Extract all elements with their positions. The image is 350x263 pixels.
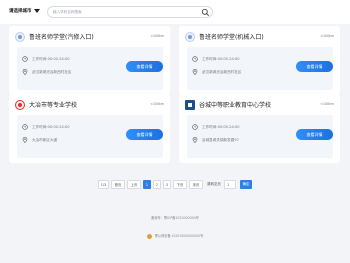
distance-label: <100km — [150, 34, 164, 38]
search-input[interactable]: 输入学校名称搜索 — [53, 10, 82, 15]
location-pin-icon — [22, 137, 28, 143]
police-record[interactable]: 鄂公网安备 42010000000000号 — [0, 233, 350, 239]
clock-icon — [22, 124, 28, 130]
school-address: 武汉新城光谷新西村社区 — [32, 70, 72, 74]
card-header: 大冶市等专业学校 <100km — [9, 94, 170, 114]
jump-go-button[interactable]: 确定 — [240, 180, 252, 189]
school-name[interactable]: 谷城中等职业教育中心学校 — [199, 100, 271, 109]
location-pin-icon — [192, 69, 198, 75]
jump-page-input[interactable]: 1 — [224, 180, 236, 189]
school-name[interactable]: 鲁班名师学堂(汽修入口) — [29, 32, 94, 41]
clock-icon — [22, 56, 28, 62]
card-header: 谷城中等职业教育中心学校 <100km — [179, 94, 340, 114]
top-bar: 请选择城市 输入学校名称搜索 — [0, 0, 350, 24]
card-info: 工作时间:00:00-24:00 武汉新城光谷新西村社区 查看详情 — [17, 47, 163, 90]
work-hours: 工作时间:00:00-24:00 — [202, 57, 240, 61]
view-details-button[interactable]: 查看详情 — [296, 129, 333, 140]
school-name[interactable]: 大冶市等专业学校 — [29, 100, 77, 109]
page-number-button[interactable]: 2 — [153, 180, 161, 189]
card-info: 工作时间:00:00-24:00 大冶市新区大道 查看详情 — [17, 115, 163, 158]
school-address: 谷城县城关镇新发路97 — [202, 138, 239, 142]
icp-record[interactable]: 备案号：鄂ICP备2022000000号 — [0, 215, 350, 220]
pagination: 1/3 首页 上页 1 2 3 下页 末页 跳转至页 1 确定 — [0, 180, 350, 190]
card-header: 鲁班名师学堂(汽修入口) <100km — [9, 26, 170, 46]
clock-icon — [192, 56, 198, 62]
prev-page-button[interactable]: 上页 — [127, 180, 141, 189]
school-logo-icon — [15, 100, 25, 110]
school-logo-icon — [185, 100, 195, 110]
distance-label: <100km — [320, 102, 334, 106]
school-address: 大冶市新区大道 — [32, 138, 58, 142]
view-details-button[interactable]: 查看详情 — [296, 61, 333, 72]
school-card: 谷城中等职业教育中心学校 <100km 工作时间:00:00-24:00 谷城县… — [179, 94, 340, 163]
jump-label: 跳转至页 — [207, 182, 221, 186]
search-box[interactable]: 输入学校名称搜索 — [47, 6, 213, 18]
page-count: 1/3 — [98, 180, 109, 189]
police-record-text[interactable]: 鄂公网安备 42010000000000号 — [155, 234, 204, 238]
search-icon[interactable] — [201, 8, 210, 17]
work-hours: 工作时间:00:00-24:00 — [202, 125, 240, 129]
view-details-button[interactable]: 查看详情 — [126, 129, 163, 140]
police-badge-icon — [146, 233, 152, 239]
caret-down-icon[interactable] — [34, 9, 40, 13]
first-page-button[interactable]: 首页 — [111, 180, 125, 189]
work-hours: 工作时间:00:00-24:00 — [32, 57, 70, 61]
school-address: 武汉新城光谷新西村社区 — [202, 70, 242, 74]
school-card: 鲁班名师学堂(汽修入口) <100km 工作时间:00:00-24:00 武汉新… — [9, 26, 170, 95]
card-info: 工作时间:00:00-24:00 武汉新城光谷新西村社区 查看详情 — [187, 47, 333, 90]
card-info: 工作时间:00:00-24:00 谷城县城关镇新发路97 查看详情 — [187, 115, 333, 158]
clock-icon — [192, 124, 198, 130]
page-number-button[interactable]: 3 — [163, 180, 171, 189]
distance-label: <100km — [150, 102, 164, 106]
last-page-button[interactable]: 末页 — [189, 180, 203, 189]
school-card: 大冶市等专业学校 <100km 工作时间:00:00-24:00 大冶市新区大道… — [9, 94, 170, 163]
location-pin-icon — [22, 69, 28, 75]
work-hours: 工作时间:00:00-24:00 — [32, 125, 70, 129]
school-logo-icon — [185, 32, 195, 42]
page-number-button[interactable]: 1 — [143, 180, 151, 189]
card-header: 鲁班名师学堂(机械入口) <100km — [179, 26, 340, 46]
next-page-button[interactable]: 下页 — [173, 180, 187, 189]
school-name[interactable]: 鲁班名师学堂(机械入口) — [199, 32, 264, 41]
school-logo-icon — [15, 32, 25, 42]
city-selector[interactable]: 请选择城市 — [9, 8, 32, 14]
location-pin-icon — [192, 137, 198, 143]
distance-label: <100km — [320, 34, 334, 38]
school-card: 鲁班名师学堂(机械入口) <100km 工作时间:00:00-24:00 武汉新… — [179, 26, 340, 95]
view-details-button[interactable]: 查看详情 — [126, 61, 163, 72]
